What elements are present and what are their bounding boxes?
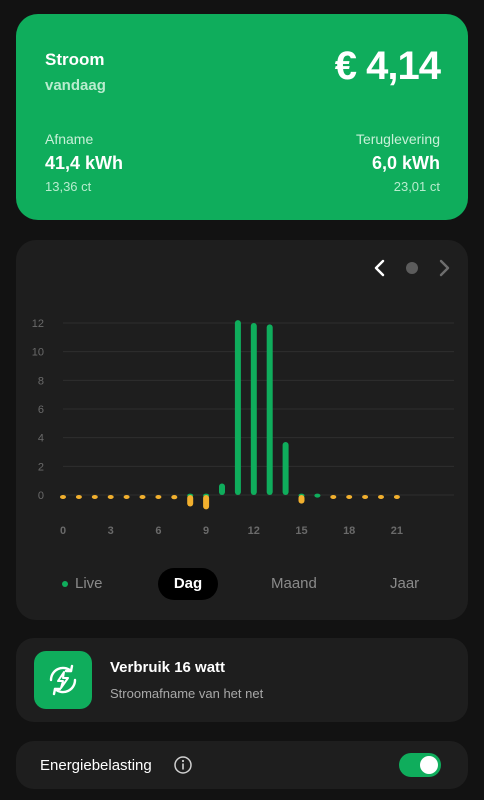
teruglevering-value: 6,0 kWh: [371, 153, 440, 173]
bar-teruglevering: [187, 495, 194, 507]
usage-title: Verbruik 16 watt: [110, 659, 226, 676]
live-dot-icon: [62, 581, 68, 587]
bar-teruglevering: [123, 495, 130, 499]
bar-teruglevering: [139, 495, 146, 499]
bar-teruglevering: [378, 495, 384, 499]
y-tick-label: 2: [38, 461, 44, 473]
y-tick-label: 4: [38, 433, 44, 445]
usage-chart-card: 0 2 4 6 8 10 12 0 3 6 9 12 15 18 21 Live Dag Maand Jaa…: [16, 240, 468, 620]
x-tick-label: 9: [203, 525, 209, 537]
summary-amount: € 4,14: [334, 44, 441, 88]
y-tick-label: 8: [38, 375, 44, 387]
y-tick-label: 10: [32, 347, 44, 359]
x-tick-label: 18: [343, 525, 355, 537]
y-tick-label: 12: [32, 318, 44, 330]
x-tick-label: 6: [155, 525, 161, 537]
bar-teruglevering: [203, 495, 210, 510]
bar-teruglevering: [298, 495, 305, 504]
bar-afname: [219, 483, 225, 495]
bar-teruglevering: [362, 495, 369, 499]
summary-period: vandaag: [45, 77, 106, 94]
afname-label: Afname: [45, 131, 94, 147]
x-tick-label: 15: [295, 525, 307, 537]
teruglevering-price: 23,01 ct: [393, 179, 440, 194]
bar-teruglevering: [155, 495, 162, 499]
bar-afname: [250, 323, 257, 495]
bar-afname: [266, 324, 273, 495]
y-tick-label: 6: [38, 404, 44, 416]
summary-title: Stroom: [45, 50, 105, 69]
teruglevering-label: Teruglevering: [355, 131, 440, 147]
bar-teruglevering: [75, 495, 82, 499]
y-tick-label: 0: [38, 490, 44, 502]
energy-tax-row: Energiebelasting: [16, 741, 468, 789]
tab-dag[interactable]: Dag: [158, 568, 218, 600]
bar-teruglevering: [393, 495, 400, 499]
x-tick-label: 0: [60, 525, 66, 537]
bar-teruglevering: [330, 495, 337, 499]
bar-teruglevering: [107, 495, 114, 499]
energy-tax-label: Energiebelasting: [40, 757, 152, 774]
bar-afname: [234, 320, 241, 495]
x-tick-label: 12: [248, 525, 260, 537]
energy-tax-toggle[interactable]: [399, 753, 441, 777]
page-indicator-dot: [406, 262, 418, 274]
usage-card[interactable]: Verbruik 16 watt Stroomafname van het ne…: [16, 638, 468, 722]
electricity-summary-card[interactable]: Stroom vandaag € 4,14 Afname 41,4 kWh 13…: [16, 14, 468, 220]
chevron-right-icon[interactable]: [432, 256, 456, 280]
afname-price: 13,36 ct: [45, 179, 92, 194]
usage-bar-chart: 0 2 4 6 8 10 12 0 3 6 9 12 15 18 21: [32, 318, 454, 537]
bar-afname: [282, 441, 289, 495]
bar-teruglevering: [91, 495, 98, 499]
toggle-knob: [420, 756, 438, 774]
bar-afname: [314, 493, 321, 498]
bar-teruglevering: [60, 495, 66, 499]
tab-live-label: Live: [75, 575, 103, 592]
bolt-cycle-icon: [34, 651, 92, 709]
tab-live[interactable]: Live: [62, 568, 103, 600]
tab-jaar[interactable]: Jaar: [390, 568, 419, 600]
bar-teruglevering: [171, 495, 178, 500]
info-icon[interactable]: [173, 755, 193, 775]
bar-teruglevering: [346, 495, 353, 499]
x-tick-label: 21: [391, 525, 403, 537]
usage-subtitle: Stroomafname van het net: [110, 686, 264, 701]
tab-maand[interactable]: Maand: [271, 568, 317, 600]
x-tick-label: 3: [108, 525, 114, 537]
afname-value: 41,4 kWh: [45, 153, 124, 173]
chevron-left-icon[interactable]: [368, 256, 392, 280]
